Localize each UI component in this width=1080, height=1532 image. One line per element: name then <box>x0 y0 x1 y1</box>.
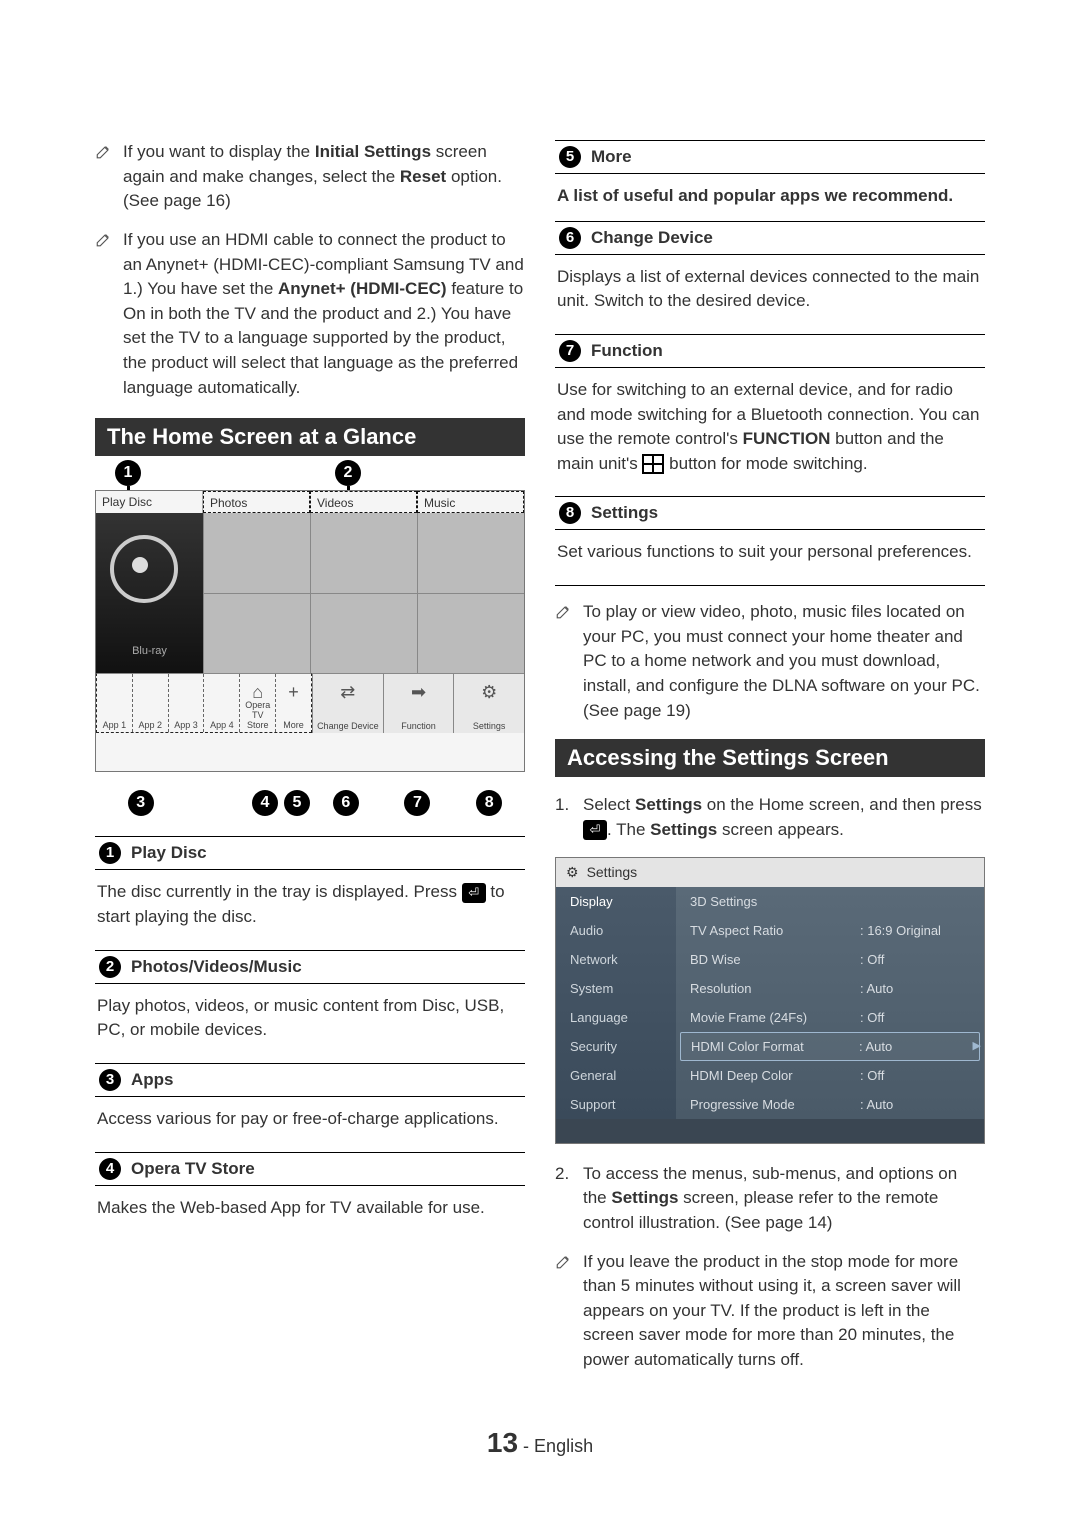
function-button-icon <box>642 454 664 474</box>
section-accessing-settings: Accessing the Settings Screen <box>555 739 985 777</box>
home-screen-illustration: Play Disc Photos Videos Music Blu-ray <box>95 490 525 772</box>
page-footer: 13 - English <box>95 1427 985 1459</box>
def-change-device: 6Change Device Displays a list of extern… <box>555 221 985 328</box>
settings-list: 3D Settings TV Aspect Ratio: 16:9 Origin… <box>676 887 984 1119</box>
def-media: 2Photos/Videos/Music Play photos, videos… <box>95 950 525 1057</box>
def-opera: 4Opera TV Store Makes the Web-based App … <box>95 1152 525 1235</box>
note-screensaver: If you leave the product in the stop mod… <box>555 1250 985 1373</box>
enter-icon: ⏎ <box>462 883 486 903</box>
step-1: 1. Select Settings on the Home screen, a… <box>555 793 985 842</box>
section-home-screen: The Home Screen at a Glance <box>95 418 525 456</box>
marker-4: 4 <box>252 790 278 816</box>
note-dlna: To play or view video, photo, music file… <box>555 600 985 723</box>
marker-7: 7 <box>404 790 430 816</box>
marker-6: 6 <box>333 790 359 816</box>
def-settings: 8Settings Set various functions to suit … <box>555 496 985 579</box>
step-2: 2. To access the menus, sub-menus, and o… <box>555 1162 985 1236</box>
note-hdmi-anynet: If you use an HDMI cable to connect the … <box>95 228 525 400</box>
marker-2: 2 <box>335 460 361 486</box>
enter-icon: ⏎ <box>583 820 607 840</box>
pen-icon <box>95 140 119 214</box>
settings-screenshot: ⚙ Settings Display Audio Network System … <box>555 857 985 1144</box>
pen-icon <box>95 228 119 400</box>
def-function: 7Function Use for switching to an extern… <box>555 334 985 491</box>
marker-1: 1 <box>115 460 141 486</box>
settings-menu: Display Audio Network System Language Se… <box>556 887 676 1119</box>
def-play-disc: 1Play Disc The disc currently in the tra… <box>95 836 525 943</box>
marker-5: 5 <box>284 790 310 816</box>
def-more: 5More A list of useful and popular apps … <box>555 140 985 215</box>
pen-icon <box>555 600 579 723</box>
note-initial-settings: If you want to display the Initial Setti… <box>95 140 525 214</box>
marker-8: 8 <box>476 790 502 816</box>
marker-3: 3 <box>128 790 154 816</box>
def-apps: 3Apps Access various for pay or free-of-… <box>95 1063 525 1146</box>
pen-icon <box>555 1250 579 1373</box>
gear-icon: ⚙ <box>566 864 579 881</box>
